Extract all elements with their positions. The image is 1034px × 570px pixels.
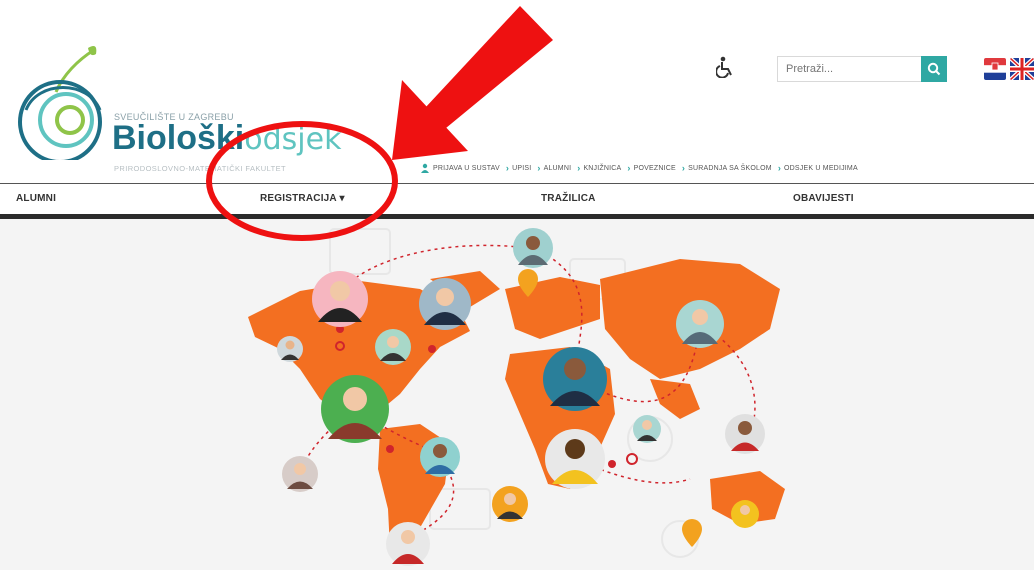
quick-link-knjiznica[interactable]: › KNJIŽNICA: [577, 163, 621, 173]
site-title: Biološkiodsjek: [112, 118, 341, 160]
wheelchair-icon[interactable]: [715, 56, 734, 84]
quick-link-login[interactable]: PRIJAVA U SUSTAV: [420, 163, 500, 173]
quick-links: PRIJAVA U SUSTAV › UPISI › ALUMNI › KNJIŽNI…: [420, 163, 858, 173]
hero-banner: [0, 219, 1034, 570]
main-nav: ALUMNI REGISTRACIJA ▾ TRAŽILICA OBAVIJES…: [0, 184, 1034, 214]
user-icon: [421, 163, 429, 173]
quick-link-label: KNJIŽNICA: [583, 164, 622, 172]
shell-logo-icon: [18, 46, 102, 160]
quick-link-label: SURADNJA SA ŠKOLOM: [688, 164, 772, 172]
chevron-right-icon: ›: [681, 163, 686, 173]
search-button[interactable]: [921, 56, 947, 82]
search-icon: [927, 62, 941, 76]
quick-link-mediji[interactable]: › ODSJEK U MEDIJIMA: [778, 163, 858, 173]
quick-link-label: UPISI: [512, 164, 532, 172]
nav-item-alumni[interactable]: ALUMNI: [16, 193, 56, 204]
quick-link-label: ALUMNI: [543, 164, 572, 172]
chevron-right-icon: ›: [577, 163, 581, 173]
english-flag-icon[interactable]: [1010, 58, 1034, 80]
chevron-right-icon: ›: [537, 163, 541, 173]
quick-link-label: PRIJAVA U SUSTAV: [433, 164, 500, 172]
site-logo[interactable]: SVEUČILIŠTE U ZAGREBU Biološkiodsjek PRI…: [8, 40, 341, 173]
quick-link-upisi[interactable]: › UPISI: [506, 163, 532, 173]
site-title-light: odsjek: [244, 122, 342, 157]
site-title-bold: Biološki: [112, 119, 245, 157]
faculty-name: PRIRODOSLOVNO-MATEMATIČKI FAKULTET: [114, 164, 286, 173]
quick-link-suradnja[interactable]: › SURADNJA SA ŠKOLOM: [682, 163, 772, 173]
quick-link-label: ODSJEK U MEDIJIMA: [784, 164, 858, 172]
chevron-right-icon: ›: [627, 163, 631, 173]
nav-item-registracija[interactable]: REGISTRACIJA ▾: [260, 193, 345, 204]
chevron-right-icon: ›: [505, 163, 510, 173]
red-arrow-icon: [392, 6, 553, 160]
croatian-flag-icon[interactable]: [984, 58, 1006, 80]
quick-link-alumni[interactable]: › ALUMNI: [537, 163, 571, 173]
nav-item-obavijesti[interactable]: OBAVIJESTI: [793, 193, 854, 204]
quick-link-poveznice[interactable]: › POVEZNICE: [627, 163, 675, 173]
quick-link-label: POVEZNICE: [633, 164, 676, 172]
search-box: [777, 56, 931, 82]
world-map-illustration: [248, 228, 785, 566]
nav-item-trazilica[interactable]: TRAŽILICA: [541, 193, 596, 204]
chevron-right-icon: ›: [777, 163, 782, 173]
search-input[interactable]: [778, 57, 908, 81]
